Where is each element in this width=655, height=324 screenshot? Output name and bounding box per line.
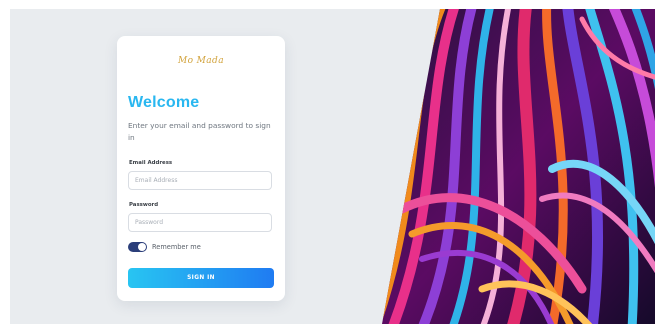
- brand-logo: Mo Mada: [177, 56, 224, 66]
- login-page: Mo Mada Welcome Enter your email and pas…: [10, 9, 655, 324]
- toggle-knob: [138, 243, 146, 251]
- remember-me-label[interactable]: Remember me: [152, 242, 201, 252]
- password-placeholder: Password: [135, 219, 164, 226]
- email-field[interactable]: Email Address: [128, 171, 272, 190]
- login-card: Mo Mada Welcome Enter your email and pas…: [117, 36, 285, 301]
- email-placeholder: Email Address: [135, 177, 178, 184]
- sign-in-button[interactable]: SIGN IN: [128, 268, 274, 288]
- remember-me-toggle[interactable]: [128, 242, 147, 252]
- login-subtitle: Enter your email and password to sign in: [128, 121, 271, 142]
- email-label: Email Address: [129, 160, 173, 166]
- password-label: Password: [129, 202, 159, 208]
- page-title: Welcome: [128, 94, 200, 111]
- decorative-abstract-image: [382, 9, 655, 324]
- password-field[interactable]: Password: [128, 213, 272, 232]
